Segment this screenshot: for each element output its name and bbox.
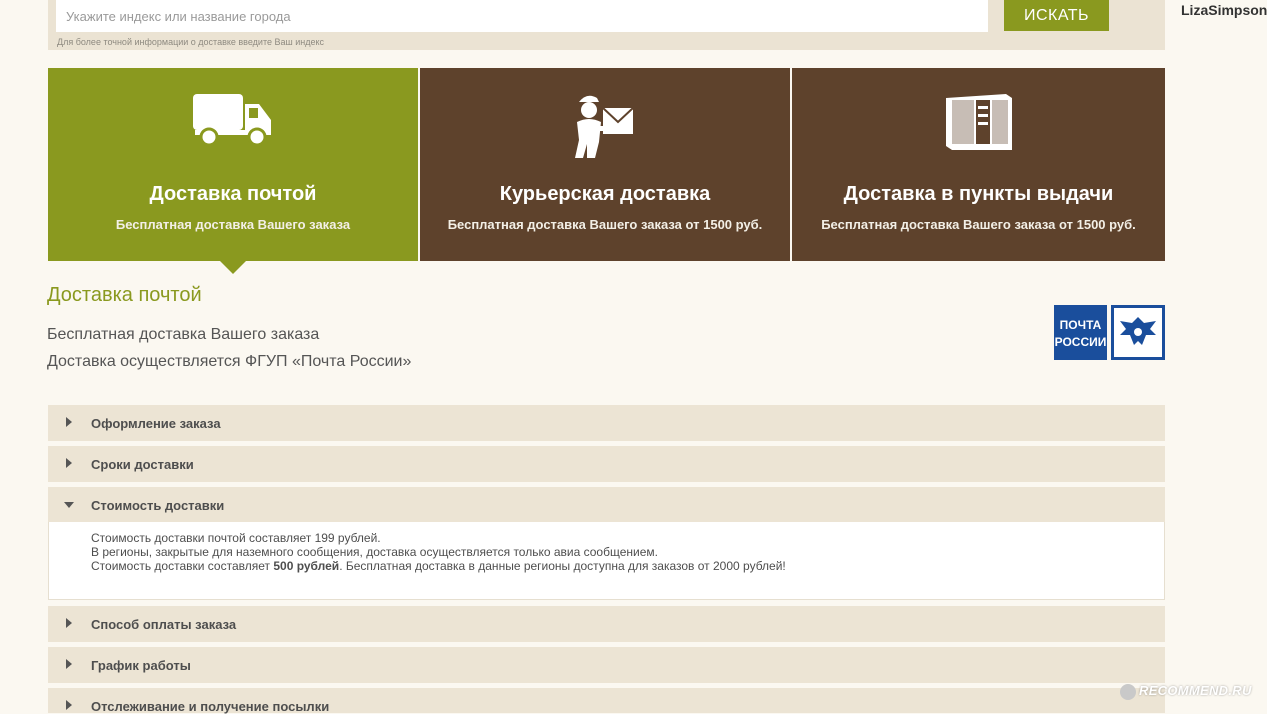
section-description-line: Бесплатная доставка Вашего заказа — [47, 326, 320, 343]
city-search-input[interactable] — [56, 0, 988, 32]
cost-line: Стоимость доставки составляет 500 рублей… — [91, 559, 786, 573]
user-name-link[interactable]: LizaSimpson — [1181, 2, 1267, 18]
recommend-watermark: RECOMMEND.RU — [1120, 683, 1252, 700]
accordion-label: Отслеживание и получение посылки — [91, 699, 330, 714]
chevron-right-icon — [66, 700, 72, 710]
cost-text: . Бесплатная доставка в данные регионы д… — [339, 559, 786, 573]
section-title: Доставка почтой — [47, 284, 202, 306]
cost-line: Стоимость доставки почтой составляет 199… — [91, 531, 381, 545]
cost-line: В регионы, закрытые для наземного сообще… — [91, 545, 658, 559]
russian-post-logo: ПОЧТА РОССИИ — [1054, 305, 1165, 360]
accordion-tracking[interactable]: Отслеживание и получение посылки — [48, 688, 1165, 714]
accordion-label: Оформление заказа — [91, 416, 221, 431]
method-title: Курьерская доставка — [499, 183, 711, 205]
courier-icon — [575, 95, 634, 158]
watermark-icon — [1120, 683, 1136, 700]
accordion-label: Сроки доставки — [91, 457, 194, 472]
chevron-right-icon — [66, 618, 72, 628]
section-description-line: Доставка осуществляется ФГУП «Почта Росс… — [47, 353, 412, 370]
method-title: Доставка почтой — [149, 183, 317, 205]
method-title: Доставка в пункты выдачи — [843, 183, 1114, 205]
accordion-order-placement[interactable]: Оформление заказа — [48, 405, 1165, 441]
truck-icon — [193, 94, 271, 147]
watermark-text: RECOMMEND.RU — [1139, 683, 1252, 698]
chevron-down-icon — [64, 502, 74, 508]
search-button[interactable]: ИСКАТЬ — [1004, 0, 1109, 31]
cost-text: Стоимость доставки составляет — [91, 559, 274, 573]
accordion-label: График работы — [91, 658, 191, 673]
logo-text-top: ПОЧТА — [1060, 318, 1102, 332]
logo-text-bottom: РОССИИ — [1055, 335, 1107, 349]
method-tab-post[interactable]: Доставка почтой Бесплатная доставка Ваше… — [48, 68, 418, 261]
method-subtitle: Бесплатная доставка Вашего заказа от 150… — [447, 217, 763, 232]
delivery-methods: Доставка почтой Бесплатная доставка Ваше… — [48, 68, 1165, 261]
accordion-label: Стоимость доставки — [91, 498, 225, 513]
method-subtitle: Бесплатная доставка Вашего заказа — [115, 217, 351, 232]
accordion-delivery-cost[interactable]: Стоимость доставки — [48, 487, 1165, 523]
search-hint: Для более точной информации о доставке в… — [57, 37, 324, 47]
method-tab-courier[interactable]: Курьерская доставка Бесплатная доставка … — [420, 68, 790, 261]
chevron-right-icon — [66, 417, 72, 427]
accordion-label: Способ оплаты заказа — [91, 617, 237, 632]
accordion-payment-method[interactable]: Способ оплаты заказа — [48, 606, 1165, 642]
locker-icon — [945, 94, 1012, 150]
cost-highlight: 500 рублей — [273, 559, 340, 573]
method-subtitle: Бесплатная доставка Вашего заказа от 150… — [821, 217, 1136, 232]
delivery-search-panel: ИСКАТЬ Для более точной информации о дос… — [48, 0, 1165, 50]
chevron-right-icon — [66, 659, 72, 669]
accordion-delivery-time[interactable]: Сроки доставки — [48, 446, 1165, 482]
accordion-work-schedule[interactable]: График работы — [48, 647, 1165, 683]
chevron-right-icon — [66, 458, 72, 468]
method-tab-pickup[interactable]: Доставка в пункты выдачи Бесплатная дост… — [792, 68, 1165, 261]
delivery-cost-content: Стоимость доставки почтой составляет 199… — [48, 522, 1165, 600]
active-tab-pointer — [220, 261, 246, 274]
